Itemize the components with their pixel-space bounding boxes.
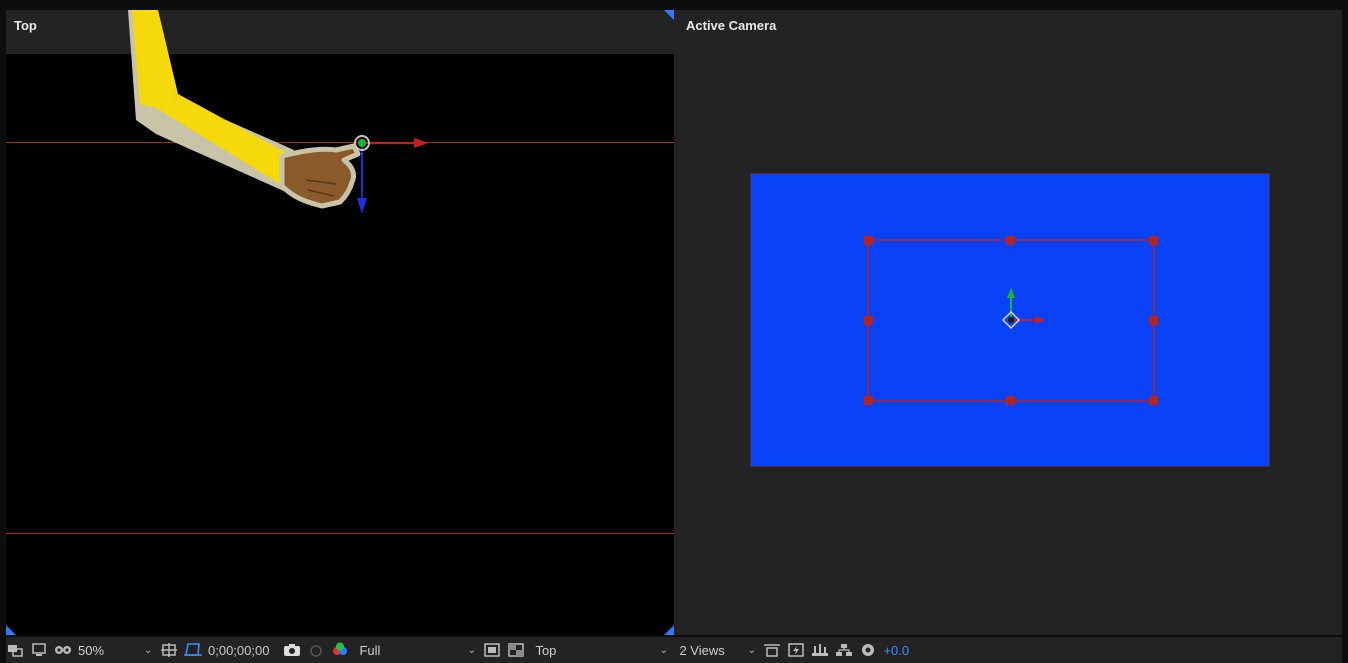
active-camera-view-panel[interactable]: Active Camera: [676, 10, 1342, 635]
exposure-value[interactable]: +0.0: [883, 639, 909, 661]
toggle-pixel-aspect-icon[interactable]: [763, 639, 781, 661]
layer-anchor-gizmo[interactable]: [997, 286, 1057, 336]
handle-bottom-center: [1006, 396, 1015, 405]
show-channel-color-icon[interactable]: [331, 639, 349, 661]
handle-middle-left: [864, 316, 873, 325]
viewer-panels: Top Active Camera: [6, 10, 1342, 635]
chevron-down-icon: ⌄: [467, 644, 476, 656]
top-view-panel[interactable]: Top: [6, 10, 674, 635]
view-layout-value: 2 Views: [679, 642, 725, 658]
viewer-toolbar: 50% ⌄ 0;00;00;00 Full ⌄ Top ⌄ 2 Views ⌄ …: [6, 637, 1342, 663]
monitor-icon[interactable]: [30, 639, 48, 661]
resolution-dropdown[interactable]: Full ⌄: [359, 639, 477, 661]
mask-visibility-icon[interactable]: [54, 639, 72, 661]
composition-viewer: Top Active Camera 50% ⌄ 0;00;00;00 Full …: [0, 0, 1348, 663]
chevron-down-icon: ⌄: [144, 644, 153, 656]
toggle-mask-path-visibility-icon[interactable]: [184, 639, 202, 661]
chevron-down-icon: ⌄: [659, 644, 668, 656]
always-preview-icon[interactable]: [6, 639, 24, 661]
fast-previews-icon[interactable]: [787, 639, 805, 661]
show-snapshot-icon[interactable]: [307, 639, 325, 661]
chevron-down-icon: ⌄: [747, 644, 756, 656]
handle-bottom-left: [864, 396, 873, 405]
magnification-ratio-dropdown[interactable]: 50% ⌄: [78, 639, 154, 661]
handle-top-center: [1006, 236, 1015, 245]
handle-top-right: [1149, 236, 1158, 245]
zoom-value: 50%: [78, 642, 105, 658]
3d-view-value: Top: [535, 642, 557, 658]
comp-flowchart-icon[interactable]: [835, 639, 853, 661]
handle-top-left: [864, 236, 873, 245]
region-of-interest-icon[interactable]: [483, 639, 501, 661]
3d-view-dropdown[interactable]: Top ⌄: [535, 639, 669, 661]
handle-middle-right: [1149, 316, 1158, 325]
arm-layer[interactable]: [6, 10, 674, 635]
choose-grid-and-guides-icon[interactable]: [160, 639, 178, 661]
current-time-field[interactable]: 0;00;00;00: [208, 639, 269, 661]
anchor-point-gizmo[interactable]: [346, 130, 436, 220]
resolution-value: Full: [359, 642, 381, 658]
reset-exposure-icon[interactable]: [859, 639, 877, 661]
active-camera-view-label: Active Camera: [686, 18, 777, 33]
transparency-grid-icon[interactable]: [507, 639, 525, 661]
handle-bottom-right: [1149, 396, 1158, 405]
take-snapshot-camera-icon[interactable]: [283, 639, 301, 661]
composition-frame[interactable]: [751, 174, 1269, 466]
view-layout-dropdown[interactable]: 2 Views ⌄: [679, 639, 757, 661]
timeline-icon[interactable]: [811, 639, 829, 661]
